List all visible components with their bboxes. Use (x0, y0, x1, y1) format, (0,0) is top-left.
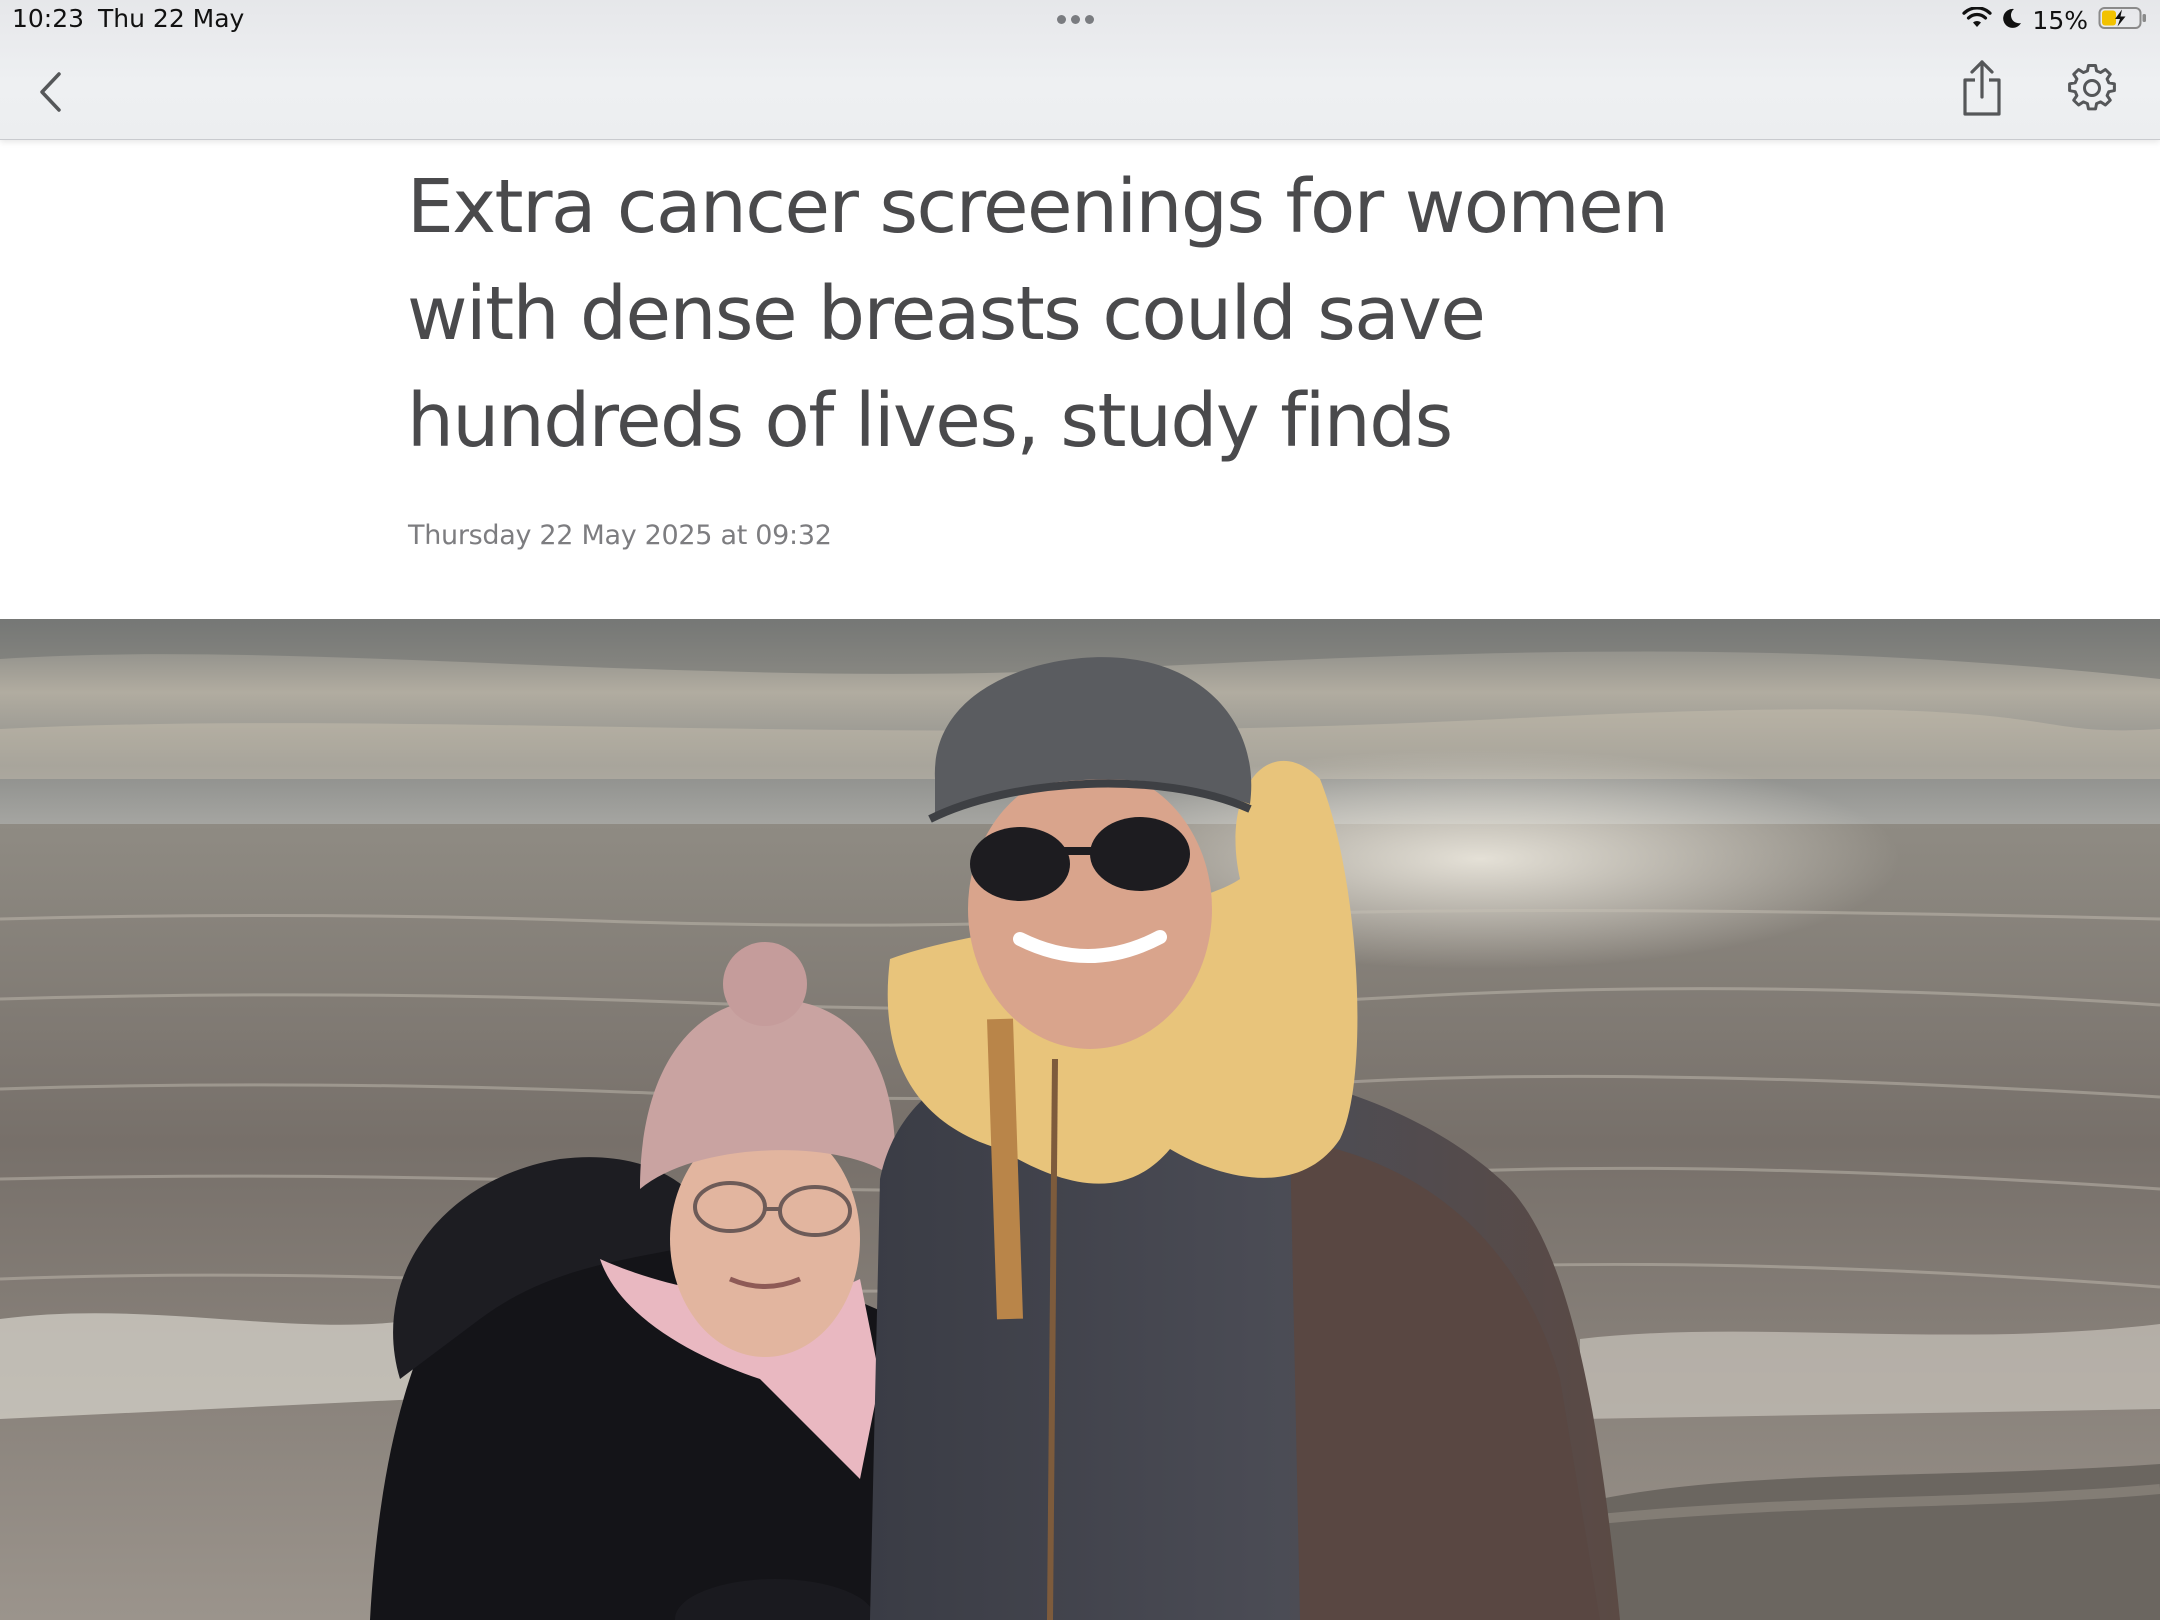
status-time: 10:23 (12, 4, 85, 33)
article-headline: Extra cancer screenings for women with d… (407, 164, 1669, 464)
article-timestamp: Thursday 22 May 2025 at 09:32 (408, 520, 832, 551)
top-chrome: 10:23 Thu 22 May 15% (0, 0, 2160, 140)
moon-icon (2002, 7, 2022, 33)
chevron-left-icon (40, 72, 61, 112)
status-bar: 10:23 Thu 22 May 15% (0, 0, 2160, 40)
article-hero-photo (0, 619, 2160, 1620)
battery-percentage: 15% (2032, 5, 2088, 35)
wifi-icon (1962, 6, 1993, 33)
settings-button[interactable] (2066, 60, 2118, 116)
battery-charging-icon (2098, 6, 2148, 34)
multitasking-dots-icon[interactable] (1057, 15, 1094, 24)
status-date: Thu 22 May (98, 4, 245, 33)
share-button[interactable] (1958, 52, 2006, 124)
status-indicators: 15% (1962, 4, 2148, 36)
navigation-toolbar (0, 40, 2160, 140)
gear-icon (2068, 64, 2116, 111)
back-button[interactable] (26, 62, 74, 122)
share-icon (1963, 60, 2001, 116)
article-header: Extra cancer screenings for women with d… (0, 140, 2160, 620)
